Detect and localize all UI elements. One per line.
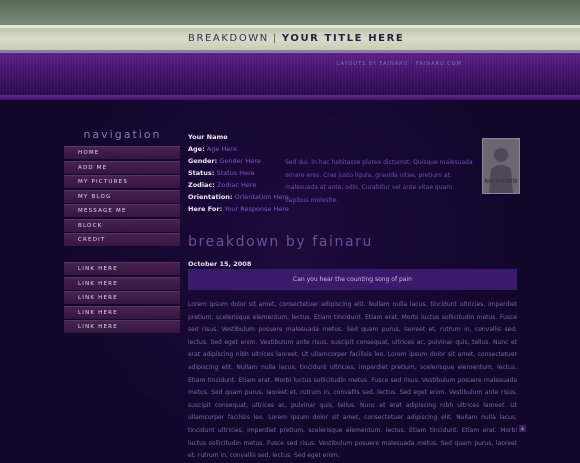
links-menu: LINK HERE LINK HERE LINK HERE LINK HERE … (64, 262, 180, 335)
link-item[interactable]: LINK HERE (64, 320, 180, 333)
profile-herefor-value[interactable]: Your Response Here (224, 205, 289, 213)
profile-herefor-row: Here For: Your Response Here (188, 205, 289, 213)
no-photo-label: NO PHOTO (484, 179, 518, 185)
profile-status-label: Status: (188, 169, 215, 177)
nav-item-my-pictures[interactable]: MY PICTURES (64, 175, 180, 188)
banner-brand: BREAKDOWN (188, 33, 269, 44)
profile-about-text: Sed dui. In hac habitasse platea dictums… (285, 159, 473, 204)
nav-item-block[interactable]: BLOCK (64, 218, 180, 232)
link-item[interactable]: LINK HERE (64, 276, 180, 290)
nav-item-credit[interactable]: CREDIT (64, 233, 180, 246)
link-item[interactable]: LINK HERE (64, 262, 180, 275)
profile-zodiac-value[interactable]: Zodiac Here (217, 181, 256, 189)
profile-orientation-label: Orientation: (188, 193, 233, 201)
header-stripes (0, 53, 580, 95)
link-item[interactable]: LINK HERE (64, 305, 180, 319)
post-quote-bar: Can you hear the counting song of pain (188, 269, 517, 290)
profile-age-label: Age: (188, 145, 205, 153)
profile-gender-label: Gender: (188, 157, 218, 165)
profile-zodiac-label: Zodiac: (188, 181, 215, 189)
nav-item-home[interactable]: HOME (64, 146, 180, 159)
profile-age-row: Age: Age Here (188, 145, 237, 153)
profile-status-row: Status: Status Here (188, 169, 255, 177)
nav-item-message-me[interactable]: MESSAGE ME (64, 204, 180, 217)
header-tagline: LAYOUTS BY FAINARU · FAINARU.COM (336, 61, 462, 67)
blog-title: breakdown by fainaru (188, 234, 373, 250)
nav-item-add-me[interactable]: ADD ME (64, 160, 180, 174)
profile-photo-placeholder[interactable]: NO PHOTO (482, 138, 520, 194)
link-item[interactable]: LINK HERE (64, 291, 180, 304)
navigation-title: navigation (83, 128, 162, 141)
profile-gender-value[interactable]: Gender Here (219, 157, 260, 165)
post-date: October 15, 2008 (188, 260, 252, 268)
navigation-menu: HOME ADD ME MY PICTURES MY BLOG MESSAGE … (64, 146, 180, 248)
header-top-bar (0, 0, 580, 25)
banner-separator: | (272, 33, 278, 44)
profile-gender-row: Gender: Gender Here (188, 157, 261, 165)
nav-item-my-blog[interactable]: MY BLOG (64, 189, 180, 203)
profile-herefor-label: Here For: (188, 205, 223, 213)
profile-orientation-value[interactable]: Orientation Here (235, 193, 289, 201)
banner-page-title: YOUR TITLE HERE (281, 33, 405, 44)
banner-title: BREAKDOWN | YOUR TITLE HERE (188, 33, 404, 44)
post-body: Lorem ipsum dolor sit amet, consectetuer… (188, 301, 517, 460)
chevron-up-icon[interactable]: ▴ (519, 425, 526, 432)
profile-status-value[interactable]: Status Here (216, 169, 254, 177)
profile-age-value[interactable]: Age Here (207, 145, 237, 153)
profile-orientation-row: Orientation: Orientation Here (188, 193, 289, 201)
profile-name: Your Name (188, 133, 228, 141)
profile-zodiac-row: Zodiac: Zodiac Here (188, 181, 256, 189)
